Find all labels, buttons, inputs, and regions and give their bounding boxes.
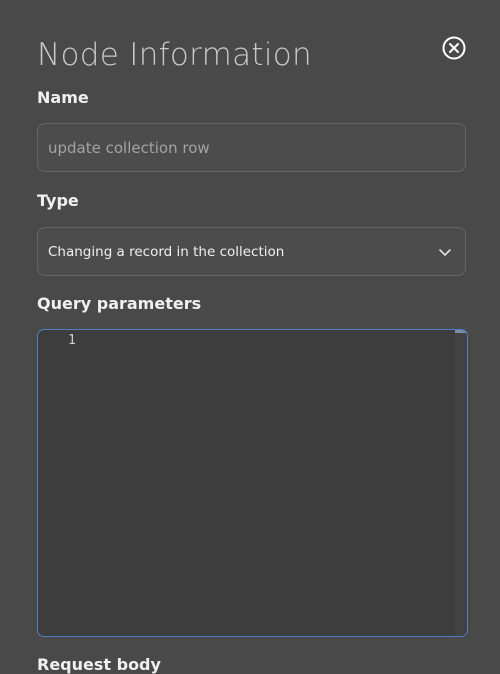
request-body-label: Request body — [37, 655, 161, 674]
type-select-value: Changing a record in the collection — [48, 243, 285, 260]
close-button[interactable] — [442, 36, 466, 60]
line-number: 1 — [68, 333, 76, 348]
name-input[interactable] — [37, 123, 466, 172]
type-label: Type — [37, 191, 79, 210]
editor-scroll-thumb[interactable] — [455, 330, 467, 333]
name-label: Name — [37, 88, 89, 107]
query-parameters-editor[interactable]: 1 — [37, 329, 468, 637]
close-circle-icon — [442, 36, 466, 60]
editor-scrollbar[interactable] — [455, 330, 467, 636]
query-parameters-label: Query parameters — [37, 294, 202, 313]
panel-title: Node Information — [37, 37, 313, 73]
type-select[interactable]: Changing a record in the collection — [37, 227, 466, 276]
node-information-panel: Node Information Name Type Changing a re… — [0, 0, 500, 674]
chevron-down-icon — [439, 248, 451, 256]
